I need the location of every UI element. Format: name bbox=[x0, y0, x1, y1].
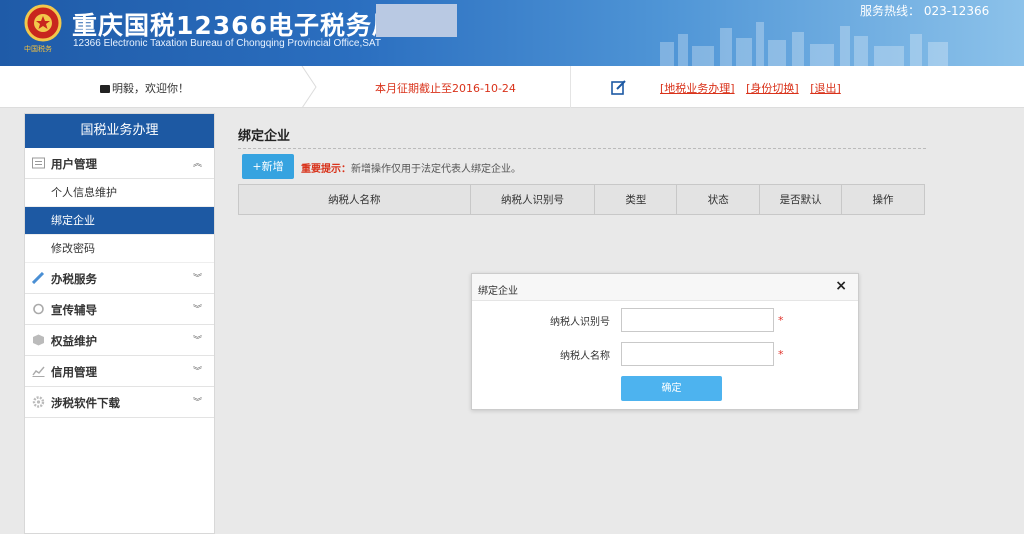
confirm-button[interactable]: 确定 bbox=[621, 376, 722, 401]
sidebar-group-label: 信用管理 bbox=[51, 365, 97, 379]
chevron-down-icon: ︾ bbox=[192, 305, 202, 315]
briefcase-icon bbox=[100, 85, 110, 93]
dialog-header: 绑定企业 × bbox=[472, 274, 858, 301]
city-skyline-decoration bbox=[660, 22, 948, 66]
pencil-icon bbox=[32, 272, 45, 284]
dialog-title: 绑定企业 bbox=[478, 286, 518, 297]
close-icon[interactable]: × bbox=[835, 278, 847, 294]
site-subtitle: 12366 Electronic Taxation Bureau of Chon… bbox=[73, 38, 381, 49]
table-header-row: 纳税人名称 纳税人识别号 类型 状态 是否默认 操作 bbox=[238, 184, 925, 215]
required-mark: * bbox=[778, 314, 784, 327]
sidebar-group-label: 办税服务 bbox=[51, 272, 97, 286]
site-banner: 中国税务 重庆国税12366电子税务局 12366 Electronic Tax… bbox=[0, 0, 1024, 66]
sidebar-group-label: 权益维护 bbox=[51, 334, 97, 348]
column-header[interactable]: 纳税人识别号 bbox=[469, 184, 596, 215]
chevron-up-icon: ︽ bbox=[192, 159, 202, 169]
sidebar-group-credit[interactable]: 信用管理 ︾ bbox=[25, 356, 214, 387]
shield-icon bbox=[33, 334, 44, 346]
taxpayer-id-input[interactable] bbox=[621, 308, 774, 332]
form-row-taxpayer-id: 纳税人识别号 * bbox=[472, 308, 860, 332]
add-button[interactable]: +新增 bbox=[242, 154, 294, 179]
column-header[interactable]: 纳税人名称 bbox=[238, 184, 471, 215]
site-title: 重庆国税12366电子税务局 bbox=[72, 11, 398, 40]
sidebar-item-personal-info[interactable]: 个人信息维护 bbox=[25, 179, 214, 207]
sidebar-group-label: 用户管理 bbox=[51, 157, 97, 171]
local-tax-link[interactable]: [地税业务办理] bbox=[660, 82, 735, 95]
taxpayer-id-label: 纳税人识别号 bbox=[550, 317, 610, 328]
sidebar-group-software-download[interactable]: 涉税软件下载 ︾ bbox=[25, 387, 214, 418]
welcome-message: 明毅，欢迎你！ bbox=[100, 80, 189, 96]
tip-text: 新增操作仅用于法定代表人绑定企业。 bbox=[351, 164, 521, 175]
info-bar: 明毅，欢迎你！ 本月征期截止至2016-10-24 [地税业务办理] [身份切换… bbox=[0, 66, 1024, 108]
redacted-area bbox=[376, 4, 457, 37]
chevron-down-icon: ︾ bbox=[192, 274, 202, 284]
sidebar-item-change-password[interactable]: 修改密码 bbox=[25, 235, 214, 263]
page-title: 绑定企业 bbox=[238, 129, 291, 144]
emblem-caption: 中国税务 bbox=[24, 45, 52, 53]
welcome-text: 明毅，欢迎你！ bbox=[112, 82, 189, 95]
chart-icon bbox=[32, 366, 45, 377]
logout-link[interactable]: [退出] bbox=[810, 82, 841, 95]
chevron-down-icon: ︾ bbox=[192, 398, 202, 408]
important-tip: 重要提示：新增操作仅用于法定代表人绑定企业。 bbox=[301, 160, 521, 175]
sidebar-group-rights[interactable]: 权益维护 ︾ bbox=[25, 325, 214, 356]
id-card-icon bbox=[32, 157, 45, 169]
form-row-taxpayer-name: 纳税人名称 * bbox=[472, 342, 860, 366]
switch-identity-link[interactable]: [身份切换] bbox=[746, 82, 799, 95]
service-hotline: 服务热线： 023-12366 bbox=[860, 4, 990, 18]
top-links: [地税业务办理] [身份切换] [退出] bbox=[660, 80, 849, 96]
column-header[interactable]: 状态 bbox=[676, 184, 761, 215]
chevron-down-icon: ︾ bbox=[192, 336, 202, 346]
sidebar-item-bind-company[interactable]: 绑定企业 bbox=[25, 207, 214, 235]
sidebar-group-label: 宣传辅导 bbox=[51, 303, 97, 317]
edit-icon[interactable] bbox=[611, 80, 626, 95]
arrow-divider-icon bbox=[301, 66, 317, 108]
tax-deadline-notice: 本月征期截止至2016-10-24 bbox=[375, 82, 516, 95]
gear-icon bbox=[32, 396, 45, 408]
title-divider bbox=[238, 148, 926, 149]
sidebar-header: 国税业务办理 bbox=[25, 114, 214, 148]
company-table: 纳税人名称 纳税人识别号 类型 状态 是否默认 操作 bbox=[238, 184, 925, 215]
sidebar: 国税业务办理 用户管理 ︽ 个人信息维护 绑定企业 修改密码 办税服务 ︾ 宣传… bbox=[24, 113, 215, 534]
column-header[interactable]: 类型 bbox=[594, 184, 678, 215]
bind-company-dialog: 绑定企业 × 纳税人识别号 * 纳税人名称 * 确定 bbox=[471, 273, 859, 410]
chevron-down-icon: ︾ bbox=[192, 367, 202, 377]
sidebar-group-user-management[interactable]: 用户管理 ︽ bbox=[25, 148, 214, 179]
taxpayer-name-label: 纳税人名称 bbox=[560, 351, 610, 362]
refresh-icon bbox=[33, 303, 44, 315]
sidebar-group-label: 涉税软件下载 bbox=[51, 396, 120, 410]
tip-label: 重要提示： bbox=[301, 164, 351, 175]
taxpayer-name-input[interactable] bbox=[621, 342, 774, 366]
divider bbox=[570, 66, 571, 108]
sidebar-group-tax-service[interactable]: 办税服务 ︾ bbox=[25, 263, 214, 294]
sidebar-group-promotion[interactable]: 宣传辅导 ︾ bbox=[25, 294, 214, 325]
required-mark: * bbox=[778, 348, 784, 361]
column-header[interactable]: 是否默认 bbox=[759, 184, 843, 215]
column-header[interactable]: 操作 bbox=[841, 184, 925, 215]
